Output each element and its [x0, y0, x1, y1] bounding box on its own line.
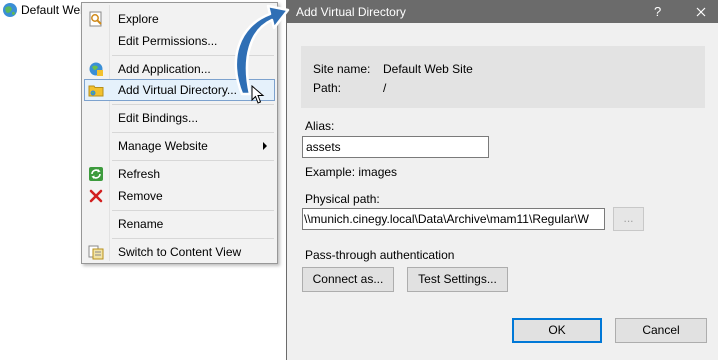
menu-item-edit-bindings[interactable]: Edit Bindings...	[84, 107, 275, 129]
add-virtual-directory-icon	[88, 85, 104, 97]
menu-item-label: Refresh	[118, 167, 161, 181]
add-virtual-directory-dialog: Add Virtual Directory ? Site name: Defau…	[286, 0, 718, 360]
submenu-arrow-icon	[263, 142, 267, 150]
menu-separator	[112, 104, 274, 105]
alias-input[interactable]: assets	[302, 136, 489, 158]
close-button[interactable]	[691, 3, 711, 20]
remove-icon	[89, 189, 103, 203]
dialog-titlebar: Add Virtual Directory ?	[287, 0, 718, 23]
browse-button[interactable]: ...	[613, 207, 644, 231]
menu-item-label: Add Application...	[118, 62, 211, 76]
ok-button[interactable]: OK	[512, 318, 602, 343]
menu-item-label: Explore	[118, 12, 159, 26]
explore-icon	[89, 11, 102, 27]
passthrough-auth-label: Pass-through authentication	[305, 248, 455, 262]
path-value: /	[383, 81, 387, 95]
dialog-title: Add Virtual Directory	[296, 5, 406, 19]
path-label: Path:	[313, 81, 342, 95]
site-name-value: Default Web Site	[383, 62, 473, 76]
site-info-panel: Site name: Default Web Site Path: /	[301, 46, 705, 108]
add-application-icon	[89, 62, 103, 76]
example-text: Example: images	[305, 165, 398, 179]
menu-item-label: Switch to Content View	[118, 245, 242, 259]
menu-item-label: Remove	[118, 189, 163, 203]
menu-item-label: Edit Permissions...	[118, 34, 218, 48]
help-button[interactable]: ?	[654, 4, 661, 19]
menu-item-switch-content-view[interactable]: Switch to Content View	[84, 241, 275, 263]
menu-separator	[112, 132, 274, 133]
menu-item-label: Rename	[118, 217, 164, 231]
menu-item-remove[interactable]: Remove	[84, 185, 275, 207]
menu-item-label: Edit Bindings...	[118, 111, 199, 125]
menu-item-label: Add Virtual Directory...	[118, 83, 237, 97]
connect-as-button[interactable]: Connect as...	[302, 267, 394, 292]
site-name-label: Site name:	[313, 62, 371, 76]
close-icon	[696, 7, 706, 16]
menu-item-manage-website[interactable]: Manage Website	[84, 135, 275, 157]
content-view-icon	[88, 245, 104, 260]
menu-separator	[112, 210, 274, 211]
menu-separator	[112, 160, 274, 161]
menu-item-refresh[interactable]: Refresh	[84, 163, 275, 185]
physical-path-label: Physical path:	[305, 192, 380, 206]
test-settings-button[interactable]: Test Settings...	[407, 267, 508, 292]
menu-separator	[112, 238, 274, 239]
menu-item-rename[interactable]: Rename	[84, 213, 275, 235]
physical-path-input[interactable]: \\munich.cinegy.local\Data\Archive\mam11…	[302, 208, 605, 230]
menu-item-label: Manage Website	[118, 139, 208, 153]
cancel-button[interactable]: Cancel	[615, 318, 707, 343]
refresh-icon	[89, 167, 103, 181]
annotation-arrow-icon	[234, 4, 290, 96]
globe-icon	[3, 3, 17, 17]
alias-label: Alias:	[305, 119, 335, 133]
